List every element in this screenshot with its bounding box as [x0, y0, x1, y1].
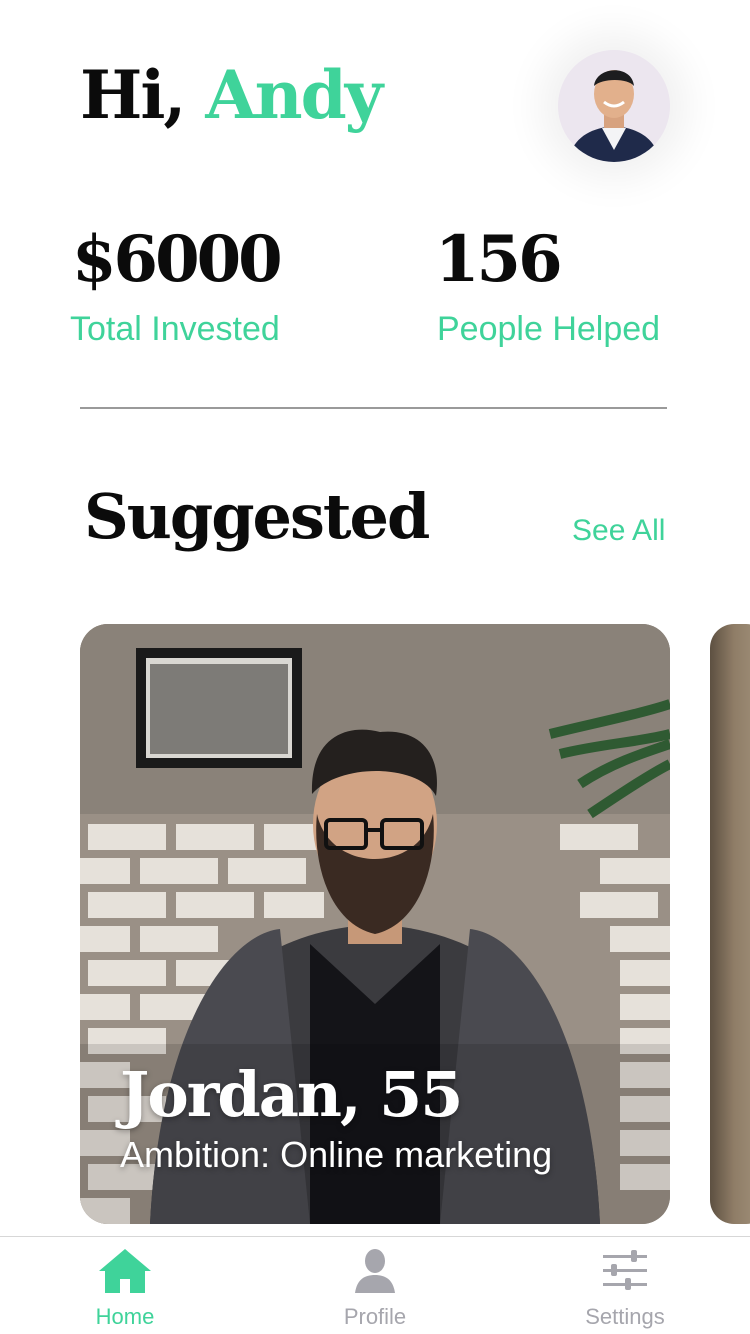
- greeting-prefix: Hi,: [80, 56, 206, 134]
- tab-profile-label: Profile: [343, 1304, 407, 1329]
- tab-bar: Home Profile Settings: [0, 1236, 750, 1334]
- tab-home-label: Home: [95, 1304, 155, 1329]
- profile-avatar[interactable]: [558, 50, 670, 162]
- people-helped-value: 156: [435, 222, 563, 297]
- see-all-link[interactable]: See All: [572, 516, 665, 546]
- tab-settings-label: Settings: [585, 1304, 665, 1329]
- card-title: Jordan, 55: [120, 1058, 463, 1131]
- tab-profile[interactable]: Profile: [275, 1237, 475, 1334]
- greeting-heading: Hi, Andy: [80, 62, 383, 128]
- total-invested-value: $6000: [72, 222, 283, 297]
- user-icon: [355, 1249, 395, 1293]
- people-helped-label: People Helped: [437, 310, 661, 348]
- total-invested-label: Total Invested: [70, 310, 280, 348]
- card-subtitle: Ambition: Online marketing: [120, 1134, 553, 1175]
- home-icon: [99, 1249, 151, 1293]
- avatar-photo: [558, 50, 670, 162]
- sliders-icon: [603, 1250, 647, 1290]
- suggested-heading: Suggested: [84, 480, 430, 553]
- tab-settings[interactable]: Settings: [525, 1237, 725, 1334]
- tab-home[interactable]: Home: [25, 1237, 225, 1334]
- next-card-peek[interactable]: [710, 624, 750, 1224]
- user-name: Andy: [205, 56, 383, 134]
- stats-divider: [80, 407, 667, 409]
- suggested-card[interactable]: Jordan, 55 Ambition: Online marketing: [80, 624, 670, 1224]
